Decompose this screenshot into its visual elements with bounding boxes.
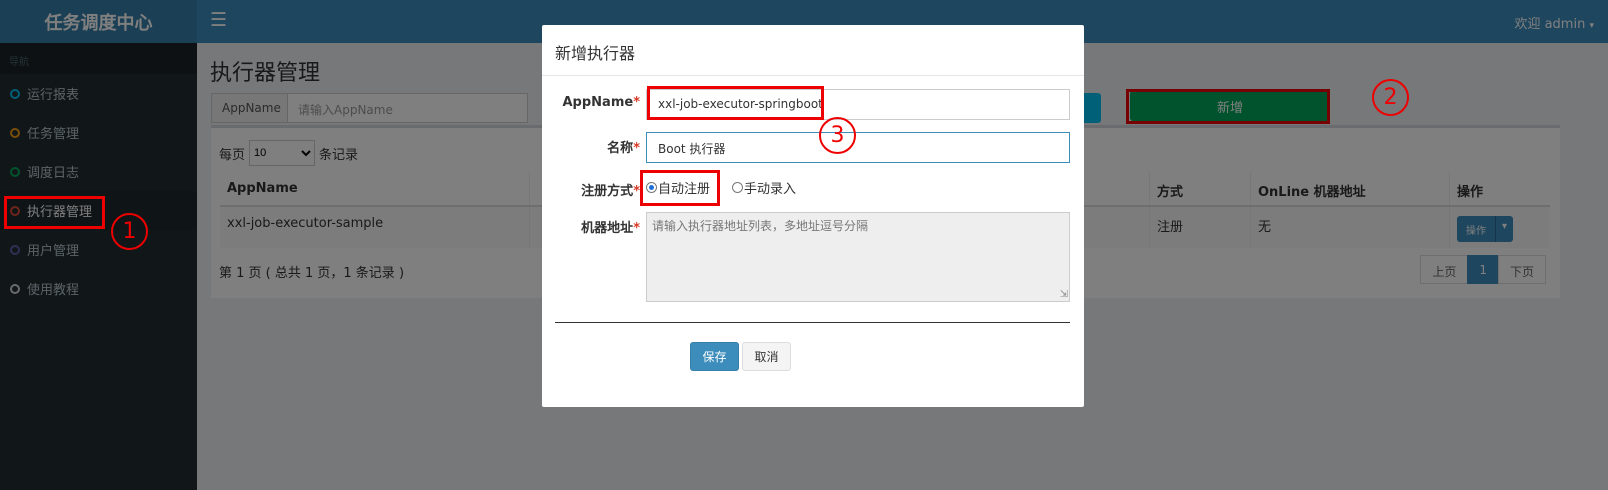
annotation-number-1: 1 [111, 213, 148, 250]
reg-type-label: 注册方式* [555, 180, 640, 199]
annotation-number-2: 2 [1372, 79, 1409, 116]
address-label-text: 机器地址 [581, 221, 634, 236]
reg-type-label-text: 注册方式 [581, 184, 634, 199]
cancel-button[interactable]: 取消 [742, 342, 791, 371]
appname-label: AppName* [555, 95, 641, 110]
modal-divider [555, 322, 1070, 323]
address-placeholder: 请输入执行器地址列表，多地址逗号分隔 [652, 219, 869, 233]
add-executor-modal: 新增执行器 AppName* xxl-job-executor-springbo… [542, 25, 1084, 407]
required-mark: * [633, 221, 640, 236]
highlight-box-1 [4, 196, 105, 229]
name-input[interactable]: Boot 执行器 [646, 132, 1070, 163]
appname-label-text: AppName [562, 95, 634, 110]
required-mark: * [633, 95, 640, 110]
highlight-box-3a [647, 86, 824, 120]
required-mark: * [633, 141, 640, 156]
reg-manual-radio[interactable] [732, 182, 744, 193]
highlight-box-3b [640, 170, 720, 206]
name-label: 名称* [555, 137, 640, 156]
modal-title: 新增执行器 [542, 25, 1084, 76]
address-textarea[interactable]: 请输入执行器地址列表，多地址逗号分隔 ⇲ [646, 212, 1070, 302]
required-mark: * [633, 184, 640, 199]
resize-handle-icon[interactable]: ⇲ [1060, 290, 1068, 300]
annotation-number-3: 3 [819, 117, 856, 154]
address-label: 机器地址* [555, 217, 640, 236]
reg-manual-label[interactable]: 手动录入 [744, 178, 796, 197]
name-label-text: 名称 [607, 141, 634, 156]
save-button[interactable]: 保存 [690, 342, 739, 371]
